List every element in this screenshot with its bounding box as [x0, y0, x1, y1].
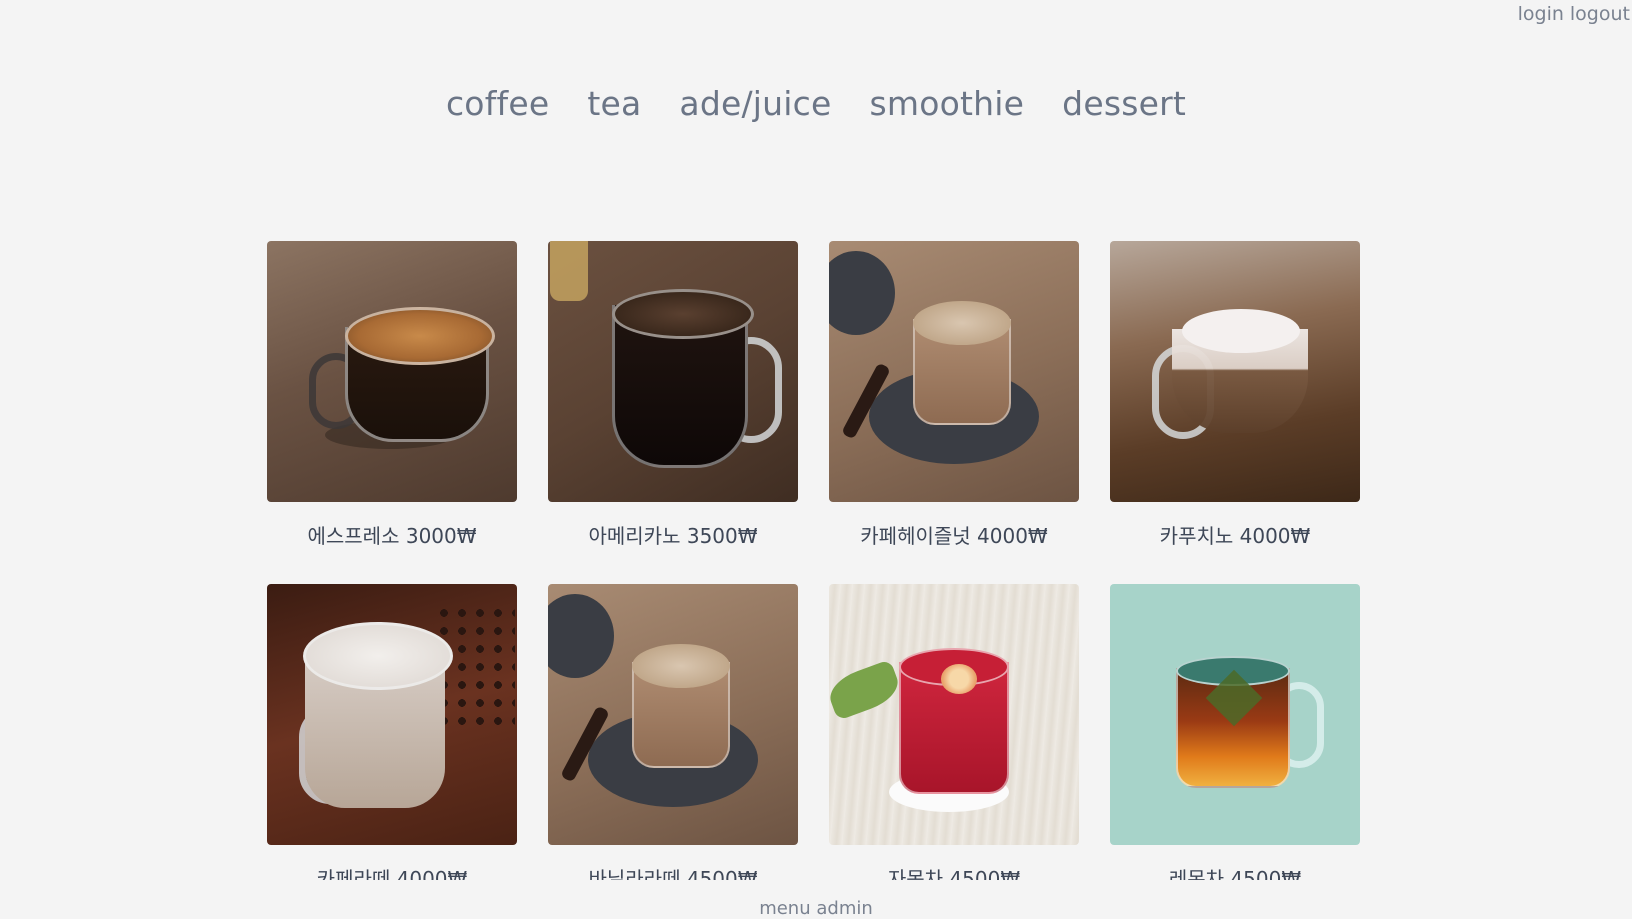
menu-item-label: 에스프레소 3000₩ [307, 524, 477, 548]
americano-photo [548, 241, 798, 502]
menu-item-lemon-tea[interactable]: 레몬차 4500₩ [1110, 584, 1360, 880]
menu-grid: 에스프레소 3000₩ 아메리카노 3500₩ 카페헤이즐넛 4000₩ 카푸치… [267, 241, 1360, 880]
menu-item-label: 카페라떼 4000₩ [316, 867, 468, 880]
menu-item-label: 카푸치노 4000₩ [1159, 524, 1311, 548]
menu-item-label: 아메리카노 3500₩ [588, 524, 758, 548]
menu-link[interactable]: menu [759, 898, 810, 919]
menu-item-americano[interactable]: 아메리카노 3500₩ [548, 241, 798, 584]
admin-link[interactable]: admin [816, 898, 872, 919]
menu-item-label: 레몬차 4500₩ [1168, 867, 1302, 880]
espresso-photo [267, 241, 517, 502]
lemon-tea-photo [1110, 584, 1360, 845]
footer-links: menu admin [0, 898, 1632, 919]
hazelnut-latte-photo [829, 241, 1079, 502]
menu-item-label: 바닐라라떼 4500₩ [588, 867, 758, 880]
cappuccino-photo [1110, 241, 1360, 502]
grapefruit-tea-photo [829, 584, 1079, 845]
menu-item-cappuccino[interactable]: 카푸치노 4000₩ [1110, 241, 1360, 584]
menu-item-espresso[interactable]: 에스프레소 3000₩ [267, 241, 517, 584]
vanilla-latte-photo [548, 584, 798, 845]
menu-viewport: 에스프레소 3000₩ 아메리카노 3500₩ 카페헤이즐넛 4000₩ 카푸치… [0, 0, 1632, 880]
menu-item-label: 자몽차 4500₩ [887, 867, 1021, 880]
menu-item-vanilla-latte[interactable]: 바닐라라떼 4500₩ [548, 584, 798, 880]
menu-item-hazelnut[interactable]: 카페헤이즐넛 4000₩ [829, 241, 1079, 584]
cafe-latte-photo [267, 584, 517, 845]
menu-item-grapefruit-tea[interactable]: 자몽차 4500₩ [829, 584, 1079, 880]
menu-item-cafe-latte[interactable]: 카페라떼 4000₩ [267, 584, 517, 880]
menu-item-label: 카페헤이즐넛 4000₩ [860, 524, 1048, 548]
